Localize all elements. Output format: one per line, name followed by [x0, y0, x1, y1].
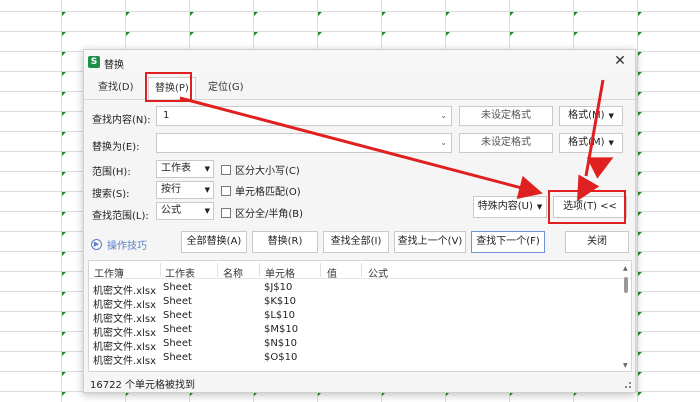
annotation-arrows [179, 79, 614, 202]
arrow-tip [577, 174, 600, 202]
arrow-to-options [179, 96, 543, 200]
arrow-to-format [586, 157, 614, 179]
arrow-from-format [584, 79, 605, 177]
